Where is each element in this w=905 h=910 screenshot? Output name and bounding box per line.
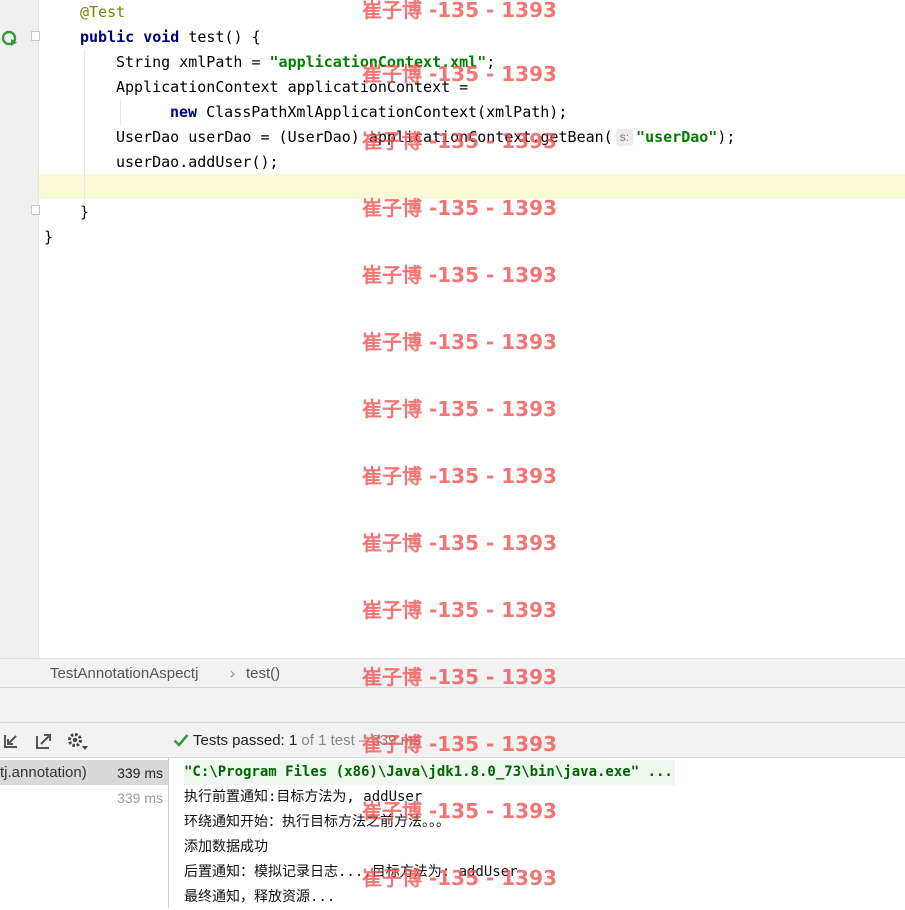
status-duration: 339 ms: [371, 732, 421, 749]
breadcrumb-class[interactable]: TestAnnotationAspectj: [50, 665, 198, 682]
status-of: of 1 test: [297, 732, 355, 749]
string-literal: "userDao": [636, 128, 718, 146]
status-dash: –: [354, 732, 372, 749]
code-line: @Test: [80, 3, 126, 21]
keyword: public void: [80, 28, 180, 46]
tests-status: Tests passed: 1 of 1 test – 339 ms: [173, 732, 421, 749]
code-line: String xmlPath = "applicationContext.xml…: [116, 50, 495, 75]
collapse-all-icon[interactable]: [2, 731, 22, 751]
code-text: ;: [486, 53, 496, 71]
fold-marker-icon[interactable]: [31, 205, 40, 215]
tree-row-time: 339 ms: [117, 790, 163, 806]
code-line: ApplicationContext applicationContext =: [116, 78, 469, 96]
check-icon: [173, 734, 189, 747]
indent-guide: [84, 50, 85, 200]
test-tree: tj.annotation) 339 ms 339 ms: [0, 758, 169, 908]
run-test-icon[interactable]: [1, 29, 19, 47]
tree-row-name: tj.annotation): [0, 764, 87, 781]
code-text: String xmlPath =: [116, 53, 270, 71]
fold-marker-icon[interactable]: [31, 31, 40, 41]
breadcrumb: TestAnnotationAspectj › test(): [0, 658, 905, 688]
settings-gear-icon[interactable]: [66, 731, 90, 751]
tree-row[interactable]: 339 ms: [0, 785, 168, 810]
console-line: 后置通知：模拟记录日志...,目标方法为: addUser: [184, 864, 518, 880]
current-line-highlight: [0, 174, 905, 199]
code-line: }: [80, 203, 90, 221]
code-editor[interactable]: @Test public void test() { String xmlPat…: [0, 0, 905, 658]
code-line: public void test() {: [80, 25, 261, 50]
indent-guide: [120, 100, 121, 125]
code-text: ClassPathXmlApplicationContext(xmlPath);: [197, 103, 568, 121]
parameter-hint: s:: [615, 129, 634, 146]
code-text: UserDao userDao = (UserDao) applicationC…: [116, 128, 613, 146]
code-text: );: [717, 128, 736, 146]
breadcrumb-method[interactable]: test(): [246, 665, 280, 682]
console-output[interactable]: "C:\Program Files (x86)\Java\jdk1.8.0_73…: [169, 758, 905, 908]
console-line: 执行前置通知:目标方法为, addUser: [184, 789, 423, 805]
test-results-toolbar: Tests passed: 1 of 1 test – 339 ms: [0, 723, 905, 758]
export-results-icon[interactable]: [34, 731, 54, 751]
string-literal: "applicationContext.xml": [269, 53, 487, 71]
code-line: }: [44, 228, 54, 246]
console-line: 添加数据成功: [184, 839, 268, 855]
passed-count: 1: [288, 732, 298, 749]
console-line: "C:\Program Files (x86)\Java\jdk1.8.0_73…: [184, 760, 675, 785]
keyword: new: [170, 103, 198, 121]
code-text: test() {: [179, 28, 261, 46]
tree-row-time: 339 ms: [117, 765, 163, 781]
tree-row[interactable]: tj.annotation) 339 ms: [0, 760, 168, 785]
run-panel-header: [0, 688, 905, 723]
code-line: new ClassPathXmlApplicationContext(xmlPa…: [170, 100, 567, 125]
breadcrumb-separator: ›: [230, 665, 235, 682]
editor-gutter: [0, 0, 39, 658]
console-line: 最终通知，释放资源...: [184, 889, 336, 905]
code-line: UserDao userDao = (UserDao) applicationC…: [116, 125, 735, 150]
console-line: 环绕通知开始：执行目标方法之前方法。。。: [184, 814, 450, 830]
status-prefix: Tests passed:: [193, 732, 289, 749]
code-line: userDao.addUser();: [116, 153, 279, 171]
